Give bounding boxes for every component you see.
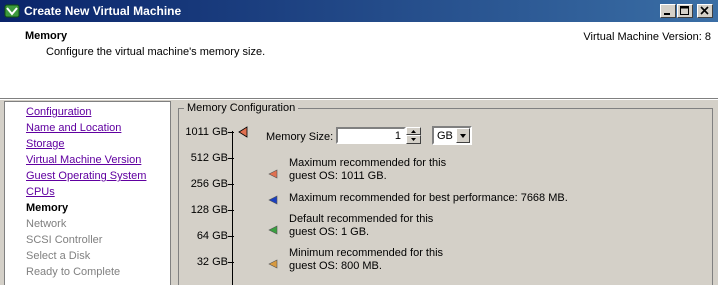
scale-tick-mark (228, 262, 234, 263)
memory-unit-value: GB (437, 130, 453, 142)
minimize-icon (664, 13, 670, 15)
recommendation-line: guest OS: 1 GB. (289, 226, 370, 238)
recommendation-line: Minimum recommended for this (289, 247, 444, 259)
scale-tick-mark (228, 210, 234, 211)
recommendation-line: Default recommended for this (289, 213, 434, 225)
recommendation-line: Maximum recommended for best performance… (289, 192, 568, 204)
recommendation-line: guest OS: 1011 GB. (289, 170, 387, 182)
header-divider (0, 99, 718, 100)
close-button[interactable] (697, 4, 713, 18)
maximize-button[interactable] (677, 4, 693, 18)
nav-step-configuration[interactable]: Configuration (26, 106, 91, 118)
arrow-down-icon (411, 138, 416, 141)
nav-step-name-and-location[interactable]: Name and Location (26, 122, 121, 134)
nav-step-memory: Memory (26, 202, 69, 214)
stepper-down-button[interactable] (406, 135, 421, 144)
chevron-down-icon (460, 134, 466, 138)
title-bar: Create New Virtual Machine (0, 0, 718, 22)
recommendation-line: guest OS: 800 MB. (289, 260, 382, 272)
memory-scale-axis (232, 131, 233, 285)
scale-tick-label: 512 GB (190, 152, 228, 164)
unit-dropdown-button[interactable] (456, 128, 470, 143)
close-icon (700, 6, 709, 15)
nav-step-scsi-controller: SCSI Controller (26, 234, 103, 246)
vm-version-label: Virtual Machine Version: 8 (583, 31, 711, 43)
recommendation-text: Maximum recommended for this guest OS: 10… (289, 157, 446, 183)
maximize-icon (680, 6, 689, 15)
memory-config-legend: Memory Configuration (184, 102, 299, 114)
recommendation-text: Maximum recommended for best performance… (289, 192, 568, 205)
nav-step-guest-operating-system[interactable]: Guest Operating System (26, 170, 146, 182)
nav-step-storage[interactable]: Storage (26, 138, 65, 150)
nav-step-network: Network (26, 218, 67, 230)
yellow-marker-icon (268, 259, 278, 269)
nav-step-cpus[interactable]: CPUs (26, 186, 55, 198)
scale-tick-mark (228, 132, 234, 133)
memory-size-input[interactable] (336, 127, 406, 144)
scale-tick-mark (228, 236, 234, 237)
arrow-up-icon (411, 130, 416, 133)
wizard-steps-nav: Configuration Name and Location Storage Vir… (4, 101, 171, 285)
scale-tick-label: 256 GB (190, 178, 228, 190)
memory-size-stepper[interactable] (406, 127, 421, 144)
recommendation-text: Default recommended for this guest OS: 1 … (289, 213, 433, 239)
vsphere-app-icon (4, 4, 20, 18)
wizard-header: Memory Configure the virtual machine's m… (0, 22, 718, 99)
scale-tick-label: 1011 GB (185, 126, 228, 138)
stepper-up-button[interactable] (406, 127, 421, 135)
memory-unit-select[interactable]: GB (432, 126, 472, 145)
scale-tick-label: 128 GB (190, 204, 228, 216)
scale-tick-label: 32 GB (196, 256, 228, 268)
minimize-button[interactable] (660, 4, 676, 18)
window-title: Create New Virtual Machine (24, 4, 182, 18)
memory-size-label: Memory Size: (266, 131, 334, 143)
nav-step-select-a-disk: Select a Disk (26, 250, 91, 262)
nav-step-virtual-machine-version[interactable]: Virtual Machine Version (26, 154, 141, 166)
scale-tick-mark (228, 184, 234, 185)
recommendation-text: Minimum recommended for this guest OS: 80… (289, 247, 443, 273)
nav-step-ready-to-complete: Ready to Complete (26, 266, 121, 278)
memory-slider-marker-icon[interactable] (237, 126, 249, 138)
page-title: Memory (25, 30, 68, 42)
orange-marker-icon (268, 169, 278, 179)
green-marker-icon (268, 225, 278, 235)
blue-marker-icon (268, 195, 278, 205)
page-subtitle: Configure the virtual machine's memory s… (46, 46, 266, 58)
scale-tick-mark (228, 158, 234, 159)
recommendation-line: Maximum recommended for this (289, 157, 447, 169)
scale-tick-label: 64 GB (196, 230, 228, 242)
